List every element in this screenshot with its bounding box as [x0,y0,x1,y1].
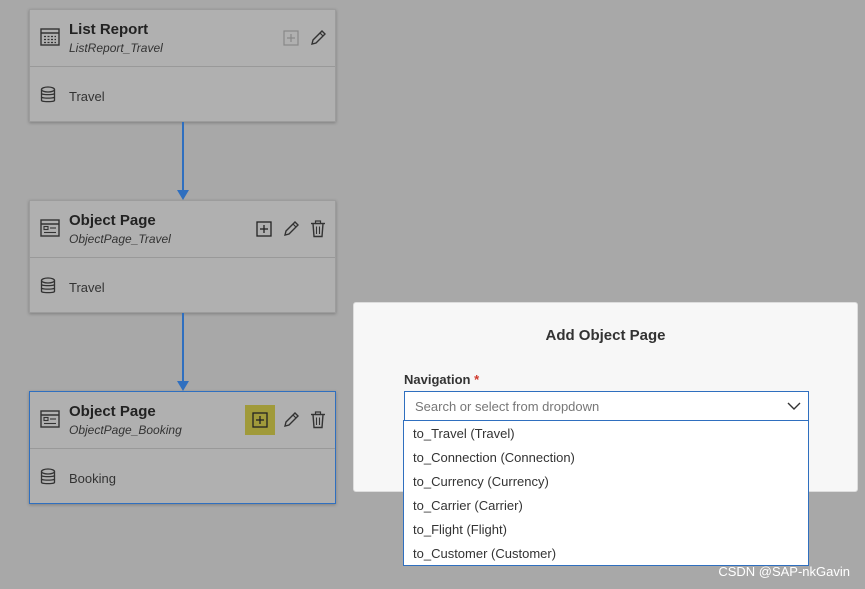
add-icon [282,30,299,46]
edit-page-button[interactable] [279,218,302,240]
add-icon [255,221,272,237]
navigation-combobox[interactable] [404,391,809,421]
edit-icon [310,30,326,45]
entity-label: Booking [69,471,116,486]
card-header: Object Page ObjectPage_Booking [30,392,335,449]
object-page-travel-card[interactable]: Object Page ObjectPage_Travel Travel [29,200,336,313]
card-entity: Travel [30,258,335,314]
card-entity: Booking [30,449,335,505]
edit-page-button[interactable] [279,409,302,431]
list-report-icon [40,28,60,46]
card-header: List Report ListReport_Travel [30,10,335,67]
dropdown-option[interactable]: to_Carrier (Carrier) [404,494,808,518]
navigation-dropdown-list: to_Travel (Travel) to_Connection (Connec… [403,420,809,566]
navigation-label: Navigation * [404,372,479,387]
database-icon [40,468,56,485]
object-page-booking-card[interactable]: Object Page ObjectPage_Booking Booking [29,391,336,504]
delete-page-button[interactable] [306,218,329,240]
dropdown-option[interactable]: to_Currency (Currency) [404,470,808,494]
dialog-title: Add Object Page [545,327,666,344]
database-icon [40,86,56,103]
flow-arrow [177,313,189,391]
card-subtitle: ObjectPage_Booking [69,423,182,437]
add-page-button[interactable] [252,218,275,240]
object-page-icon [40,410,60,428]
card-subtitle: ObjectPage_Travel [69,232,171,246]
navigation-search-input[interactable] [413,398,777,415]
add-page-button[interactable] [279,27,302,49]
delete-icon [310,220,325,238]
dropdown-option[interactable]: to_Connection (Connection) [404,446,808,470]
dropdown-option[interactable]: to_Flight (Flight) [404,518,808,542]
entity-label: Travel [69,89,105,104]
dropdown-option[interactable]: to_Travel (Travel) [404,422,808,446]
watermark: CSDN @SAP-nkGavin [718,564,850,579]
navigation-label-text: Navigation [404,372,471,387]
flow-arrow [177,122,189,200]
add-icon [252,412,268,428]
dropdown-option[interactable]: to_Customer (Customer) [404,542,808,566]
entity-label: Travel [69,280,105,295]
card-title: List Report [69,21,149,38]
edit-icon [283,221,299,236]
chevron-down-icon[interactable] [786,399,802,413]
delete-icon [310,411,325,429]
list-report-card[interactable]: List Report ListReport_Travel Travel [29,9,336,122]
edit-icon [283,412,299,427]
delete-page-button[interactable] [306,409,329,431]
required-marker: * [474,372,480,387]
card-header: Object Page ObjectPage_Travel [30,201,335,258]
database-icon [40,277,56,294]
card-entity: Travel [30,67,335,123]
object-page-icon [40,219,60,237]
add-page-button[interactable] [245,405,275,435]
card-title: Object Page [69,212,156,229]
edit-page-button[interactable] [306,27,329,49]
card-title: Object Page [69,403,156,420]
card-subtitle: ListReport_Travel [69,41,163,55]
